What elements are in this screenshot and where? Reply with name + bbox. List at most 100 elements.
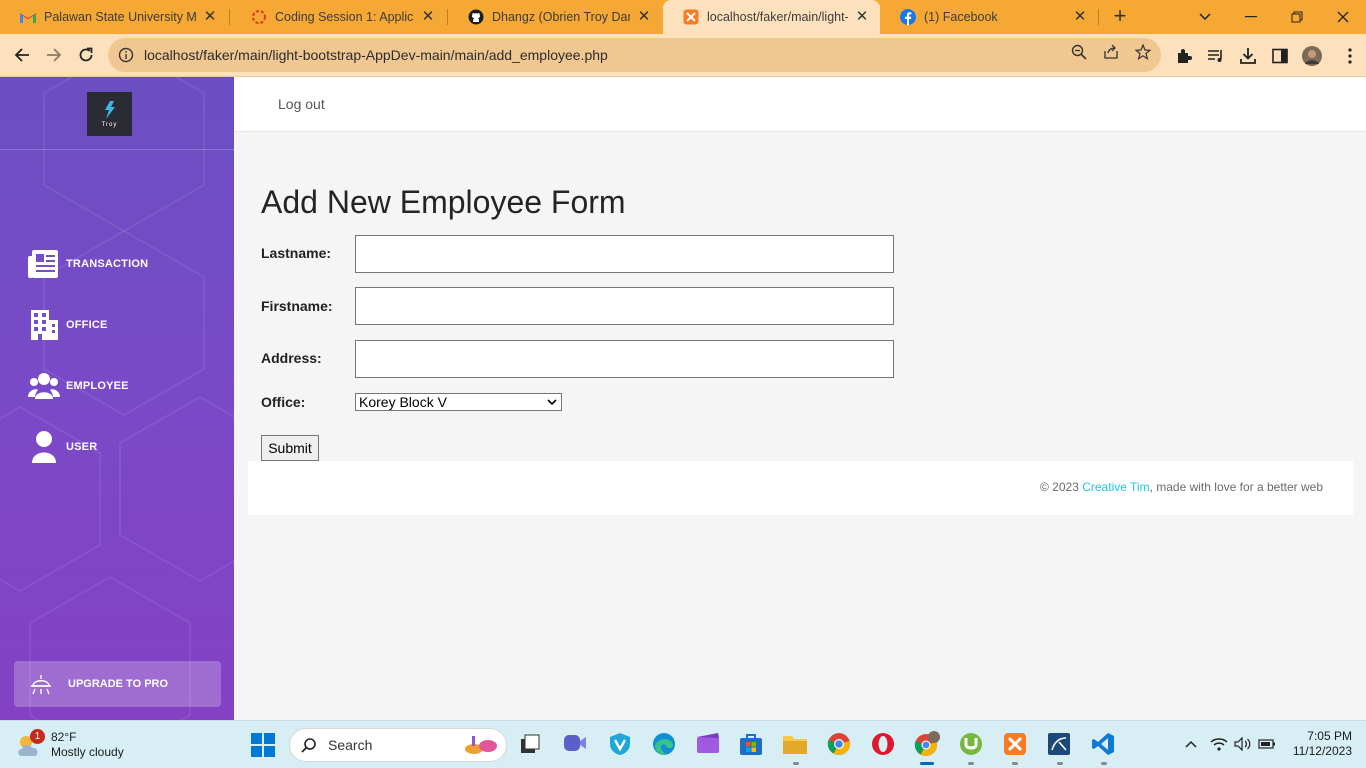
tab-separator (229, 9, 230, 25)
sidebar-item-label: USER (66, 441, 98, 453)
running-indicator (968, 762, 974, 765)
tab-title: Coding Session 1: Applicatio (275, 10, 414, 24)
lastname-label: Lastname: (261, 245, 332, 261)
download-icon[interactable] (1238, 46, 1258, 66)
clock-date: 11/12/2023 (1292, 744, 1352, 758)
windows-taskbar: 1 82°F Mostly cloudy Search 7:05 PM 11/1… (0, 720, 1366, 768)
battery-icon[interactable] (1257, 733, 1277, 755)
gmail-icon (20, 9, 36, 25)
chevron-up-icon[interactable] (1181, 733, 1201, 755)
tab-gmail[interactable]: Palawan State University Ma ✕ (0, 0, 228, 34)
upgrade-label: UPGRADE TO PRO (68, 678, 169, 690)
facebook-icon (900, 9, 916, 25)
logo-mark-icon (104, 101, 115, 119)
windows-start-icon[interactable] (251, 733, 275, 757)
logo-text: Troy (101, 122, 118, 128)
share-icon[interactable] (1102, 43, 1120, 61)
file-explorer-icon[interactable] (782, 731, 808, 757)
weather-desc: Mostly cloudy (51, 745, 124, 759)
wifi-icon[interactable] (1209, 733, 1229, 755)
side-panel-icon[interactable] (1270, 46, 1290, 66)
users-icon (28, 370, 60, 402)
xampp-icon (683, 9, 699, 25)
vpn-shield-icon[interactable] (607, 731, 633, 757)
info-icon[interactable] (118, 47, 134, 63)
tab-search-button[interactable] (1182, 0, 1228, 34)
back-button[interactable] (9, 42, 35, 68)
taskbar-search[interactable]: Search (289, 728, 507, 762)
minimize-button[interactable] (1228, 0, 1274, 34)
running-indicator (793, 762, 799, 765)
weather-temp: 82°F (51, 730, 77, 744)
vscode-icon[interactable] (1090, 731, 1116, 757)
browser-toolbar: localhost/faker/main/light-bootstrap-App… (0, 34, 1366, 77)
page-top-nav: Log out (234, 77, 1366, 132)
brand-logo[interactable]: Troy (87, 92, 132, 136)
upgrade-to-pro-button[interactable]: UPGRADE TO PRO (14, 661, 221, 707)
chrome-profile-icon[interactable] (914, 731, 940, 757)
browser-tab-strip: Palawan State University Ma ✕ Coding Ses… (0, 0, 1366, 34)
firstname-input[interactable] (355, 287, 894, 325)
close-icon[interactable]: ✕ (202, 9, 218, 25)
sidebar-item-user[interactable]: USER (28, 430, 97, 464)
sidebar-item-employee[interactable]: EMPLOYEE (28, 369, 129, 403)
zoom-icon[interactable] (1070, 43, 1088, 61)
tab-facebook[interactable]: (1) Facebook ✕ (880, 0, 1098, 34)
building-icon (28, 309, 60, 341)
url-text: localhost/faker/main/light-bootstrap-App… (144, 47, 608, 63)
close-icon[interactable]: ✕ (854, 9, 870, 25)
close-icon[interactable]: ✕ (420, 9, 436, 25)
cloudy-weather-icon: 1 (14, 729, 45, 760)
xampp-taskbar-icon[interactable] (1002, 731, 1028, 757)
clipchamp-icon[interactable] (695, 731, 721, 757)
sidebar-item-transaction[interactable]: TRANSACTION (28, 247, 148, 281)
logout-link[interactable]: Log out (278, 96, 325, 112)
close-icon[interactable]: ✕ (636, 9, 652, 25)
media-control-icon[interactable] (1206, 46, 1226, 66)
close-icon[interactable]: ✕ (1072, 9, 1088, 25)
task-view-icon[interactable] (517, 731, 543, 757)
footer-text: © 2023 Creative Tim, made with love for … (1040, 480, 1323, 494)
tab-coding-session[interactable]: Coding Session 1: Applicatio ✕ (231, 0, 446, 34)
profile-avatar[interactable] (1302, 46, 1322, 66)
forward-button[interactable] (41, 42, 67, 68)
submit-button[interactable]: Submit (261, 435, 319, 461)
sidebar-item-office[interactable]: OFFICE (28, 308, 108, 342)
tab-title: localhost/faker/main/light-b (707, 10, 848, 24)
tab-title: Dhangz (Obrien Troy Danga (492, 10, 630, 24)
lastname-input[interactable] (355, 235, 894, 273)
creative-tim-link[interactable]: Creative Tim (1082, 480, 1149, 494)
chrome-icon[interactable] (826, 731, 852, 757)
office-select[interactable]: Korey Block V (355, 393, 562, 411)
reload-button[interactable] (73, 42, 99, 68)
tab-localhost-active[interactable]: localhost/faker/main/light-b ✕ (663, 0, 880, 34)
sidebar-item-label: TRANSACTION (66, 258, 149, 270)
sidebar-divider (0, 149, 234, 150)
github-icon (468, 9, 484, 25)
utorrent-icon[interactable] (958, 731, 984, 757)
search-placeholder: Search (328, 737, 373, 753)
system-clock[interactable]: 7:05 PM 11/12/2023 (1284, 729, 1352, 759)
close-window-button[interactable] (1320, 0, 1366, 34)
page-title: Add New Employee Form (261, 184, 626, 220)
tab-separator (1098, 9, 1099, 25)
address-label: Address: (261, 350, 322, 366)
edge-icon[interactable] (651, 731, 677, 757)
opera-icon[interactable] (870, 731, 896, 757)
address-input[interactable] (355, 340, 894, 378)
bookmark-star-icon[interactable] (1134, 43, 1152, 61)
weather-widget[interactable]: 1 82°F Mostly cloudy (14, 727, 124, 763)
extensions-icon[interactable] (1174, 46, 1194, 66)
address-bar[interactable]: localhost/faker/main/light-bootstrap-App… (108, 38, 1161, 72)
volume-icon[interactable] (1233, 733, 1253, 755)
store-icon[interactable] (738, 731, 764, 757)
loading-icon (251, 9, 267, 25)
menu-icon[interactable] (1340, 46, 1360, 66)
meet-icon[interactable] (562, 731, 588, 757)
tab-github[interactable]: Dhangz (Obrien Troy Danga ✕ (448, 0, 662, 34)
user-icon (28, 431, 60, 463)
mysql-workbench-icon[interactable] (1046, 731, 1072, 757)
new-tab-button[interactable]: + (1108, 5, 1132, 29)
sidebar-item-label: OFFICE (66, 319, 108, 331)
restore-button[interactable] (1274, 0, 1320, 34)
